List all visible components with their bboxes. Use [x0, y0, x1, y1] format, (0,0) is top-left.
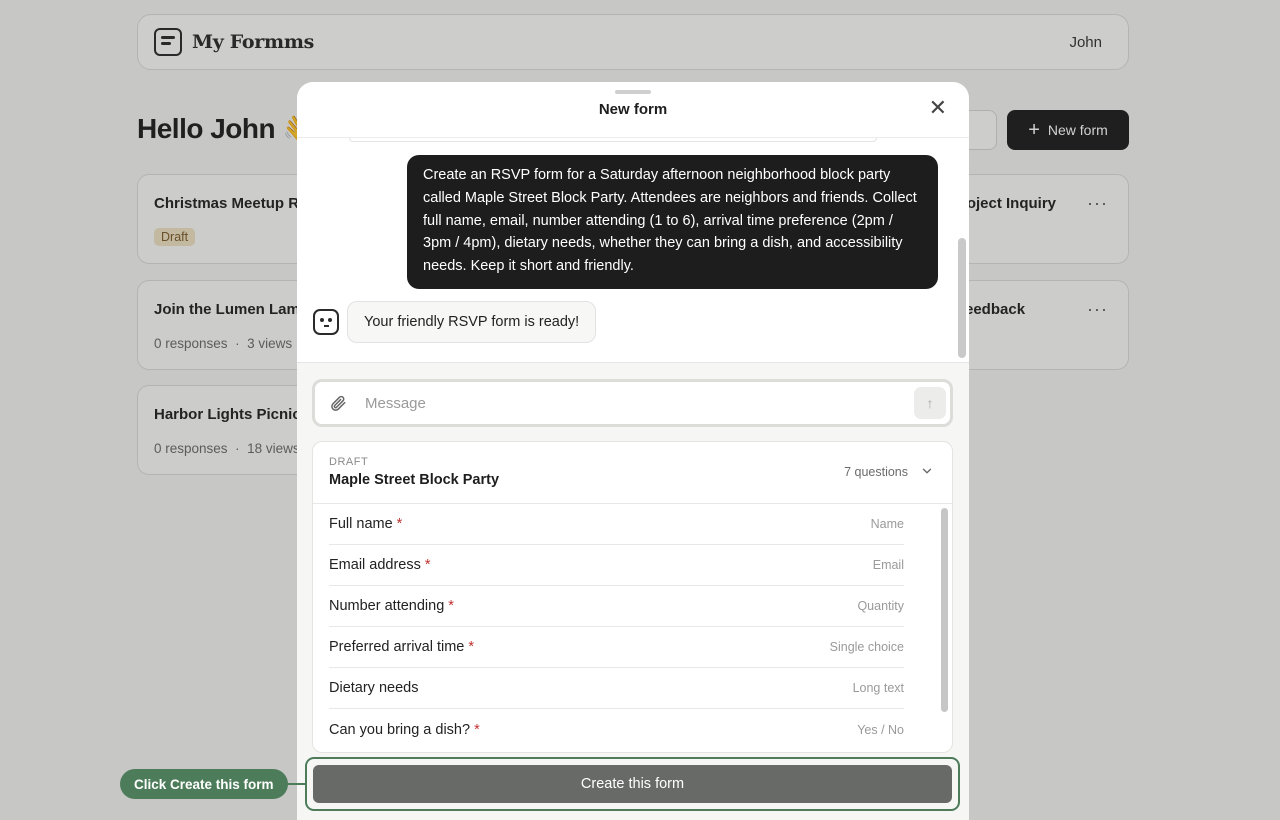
chat-scrollbar[interactable]: [958, 238, 966, 358]
question-label: Email address: [329, 557, 421, 573]
required-marker: *: [424, 557, 431, 573]
modal-title: New form: [598, 101, 668, 118]
drag-handle[interactable]: [615, 90, 651, 94]
question-row: Preferred arrival time * Single choice: [329, 627, 904, 668]
question-row: Can you bring a dish? * Yes / No: [329, 709, 904, 750]
chevron-down-icon[interactable]: [920, 464, 934, 478]
close-icon[interactable]: ✕: [929, 97, 947, 119]
paperclip-icon[interactable]: [327, 392, 349, 414]
question-row: Full name * Name: [329, 504, 904, 545]
draft-header[interactable]: DRAFT Maple Street Block Party 7 questio…: [313, 442, 952, 504]
robot-avatar-icon: [313, 309, 339, 335]
question-type: Long text: [852, 681, 904, 695]
question-row: Number attending * Quantity: [329, 586, 904, 627]
send-button[interactable]: ↑: [914, 387, 946, 419]
question-type: Quantity: [857, 599, 904, 613]
assistant-message-bubble: Your friendly RSVP form is ready!: [347, 301, 597, 343]
question-list: Full name * Name Email address * Email Numbe…: [313, 504, 934, 750]
instruction-hint: Click Create this form: [120, 769, 288, 799]
compose-panel: ↑ DRAFT Maple Street Block Party 7 quest…: [297, 362, 969, 820]
question-label: Preferred arrival time: [329, 639, 465, 655]
user-message-bubble: Create an RSVP form for a Saturday after…: [407, 155, 938, 289]
question-row: Dietary needs Long text: [329, 668, 904, 709]
draft-form-name: Maple Street Block Party: [329, 472, 500, 488]
previous-message-edge: [349, 138, 877, 142]
required-marker: *: [468, 639, 475, 655]
question-row: Email address * Email: [329, 545, 904, 586]
question-type: Name: [870, 517, 904, 531]
question-label: Dietary needs: [329, 680, 419, 696]
question-type: Email: [872, 558, 904, 572]
message-composer: ↑: [312, 379, 953, 427]
create-form-button[interactable]: Create this form: [313, 765, 952, 803]
message-input[interactable]: [365, 388, 914, 418]
draft-preview: DRAFT Maple Street Block Party 7 questio…: [312, 441, 953, 753]
assistant-message: Your friendly RSVP form is ready!: [313, 301, 597, 343]
required-marker: *: [396, 516, 403, 532]
question-label: Number attending: [329, 598, 445, 614]
question-label: Can you bring a dish?: [329, 721, 471, 738]
required-marker: *: [448, 598, 454, 614]
draft-label: DRAFT: [329, 456, 369, 468]
question-type: Yes / No: [857, 722, 904, 737]
chat-thread: Create an RSVP form for a Saturday after…: [297, 138, 969, 362]
new-form-modal: New form ✕ Create an RSVP form for a Sat…: [297, 82, 969, 820]
question-list-scrollbar[interactable]: [941, 508, 948, 712]
required-marker: *: [474, 721, 480, 738]
question-label: Full name: [329, 516, 393, 532]
question-type: Single choice: [829, 640, 904, 654]
question-count: 7 questions: [844, 465, 908, 479]
